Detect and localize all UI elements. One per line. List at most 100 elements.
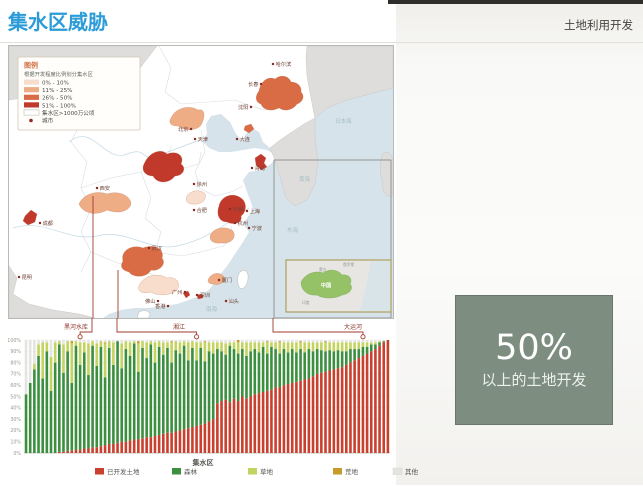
bar-segment-grassland	[79, 342, 82, 365]
legend-label-grassland: 草地	[260, 467, 274, 476]
bar-segment-grassland	[233, 342, 236, 349]
bar-segment-developed	[370, 351, 373, 453]
bar-segment-other	[46, 340, 49, 342]
bar-segment-grassland	[141, 341, 144, 348]
bar-segment-other	[287, 340, 290, 342]
chart-legend-item: 荒地	[333, 467, 359, 476]
bar-segment-other	[220, 340, 223, 342]
bar-segment-forest	[75, 346, 78, 450]
bar-segment-other	[349, 340, 352, 342]
bar-segment-other	[254, 340, 257, 342]
bar-segment-other	[337, 340, 340, 342]
bar-segment-other	[195, 340, 198, 342]
bar-segment-grassland	[278, 342, 281, 353]
bar-segment-forest	[337, 350, 340, 368]
bar-segment-grassland	[187, 342, 190, 360]
bar-segment-grassland	[195, 342, 198, 360]
bar-segment-forest	[229, 346, 232, 403]
bar-segment-forest	[345, 351, 348, 365]
bar-segment-developed	[83, 448, 86, 453]
bar-segment-developed	[312, 376, 315, 453]
bar-segment-forest	[125, 349, 128, 442]
highlight-value: 50%	[495, 330, 573, 367]
bar-segment-forest	[212, 354, 215, 420]
city-label: 长春	[248, 80, 258, 88]
bar-segment-grassland	[137, 343, 140, 371]
city-marker	[246, 210, 248, 212]
bar-segment-forest	[374, 345, 377, 350]
city-label: 杭州	[238, 219, 248, 227]
bar-segment-grassland	[249, 342, 252, 351]
bar-segment-developed	[125, 442, 128, 453]
bar-segment-grassland	[108, 341, 111, 348]
city-label: 沈阳	[238, 103, 248, 111]
bar-segment-other	[270, 340, 273, 342]
bar-segment-forest	[287, 352, 290, 384]
bar-segment-grassland	[333, 342, 336, 351]
bar-segment-developed	[75, 450, 78, 453]
bar-segment-other	[283, 340, 286, 342]
bar-segment-other	[266, 340, 269, 341]
bar-segment-other	[316, 340, 319, 342]
bar-segment-barren	[266, 341, 269, 342]
bar-segment-forest	[37, 356, 40, 453]
bar-segment-forest	[33, 369, 36, 453]
bar-segment-forest	[233, 349, 236, 399]
highlight-caption: 以上的土地开发	[481, 369, 586, 390]
page: 集水区威胁 土地利用开发	[0, 0, 643, 485]
bar-segment-forest	[353, 349, 356, 360]
bar-segment-forest	[166, 348, 169, 433]
bar-segment-grassland	[216, 342, 219, 349]
bar-segment-other	[374, 340, 377, 342]
bar-segment-other	[229, 340, 232, 342]
map-legend-swatch	[24, 87, 39, 92]
bar-segment-developed	[295, 382, 298, 453]
bar-segment-developed	[366, 354, 369, 453]
bar-segment-grassland	[133, 341, 136, 343]
bar-segment-developed	[141, 438, 144, 453]
sea-label: 南海	[206, 305, 218, 313]
bar-segment-other	[324, 340, 327, 341]
bar-segment-grassland	[166, 342, 169, 348]
bar-segment-grassland	[174, 341, 177, 350]
bar-segment-other	[262, 340, 265, 342]
bar-segment-other	[312, 340, 315, 342]
legend-swatch-developed	[95, 468, 104, 475]
bar-segment-forest	[241, 349, 244, 396]
bar-segment-grassland	[370, 342, 373, 344]
city-marker	[248, 227, 250, 229]
bar-segment-other	[100, 340, 103, 341]
bar-segment-other	[79, 340, 82, 342]
bar-segment-forest	[150, 345, 153, 438]
bar-segment-forest	[328, 350, 331, 370]
bar-segment-other	[245, 340, 248, 342]
bar-segment-forest	[316, 349, 319, 374]
bar-segment-grassland	[291, 342, 294, 349]
bar-segment-other	[370, 340, 373, 342]
city-marker	[184, 291, 186, 293]
bar-segment-forest	[154, 363, 157, 436]
city-marker	[39, 222, 41, 224]
bar-segment-other	[162, 340, 165, 342]
y-tick-label: 0%	[13, 451, 21, 457]
bar-segment-forest	[245, 356, 248, 399]
bar-segment-other	[357, 340, 360, 342]
bar-segment-forest	[54, 363, 57, 453]
bar-segment-other	[208, 340, 211, 342]
bar-segment-forest	[95, 366, 98, 447]
bar-segment-grassland	[154, 342, 157, 362]
bar-segment-forest	[129, 356, 132, 441]
bar-segment-grassland	[312, 342, 315, 351]
map-legend-swatch	[24, 110, 39, 115]
bar-segment-forest	[312, 351, 315, 376]
city-label: 厦门	[222, 276, 232, 284]
bar-segment-other	[133, 340, 136, 341]
bar-segment-other	[204, 340, 207, 341]
bar-segment-developed	[266, 391, 269, 453]
bar-segment-grassland	[50, 357, 53, 391]
y-tick-label: 70%	[10, 372, 21, 378]
bar-segment-other	[212, 340, 215, 342]
bar-segment-forest	[303, 352, 306, 379]
bar-segment-forest	[195, 360, 198, 426]
bar-segment-developed	[133, 439, 136, 453]
